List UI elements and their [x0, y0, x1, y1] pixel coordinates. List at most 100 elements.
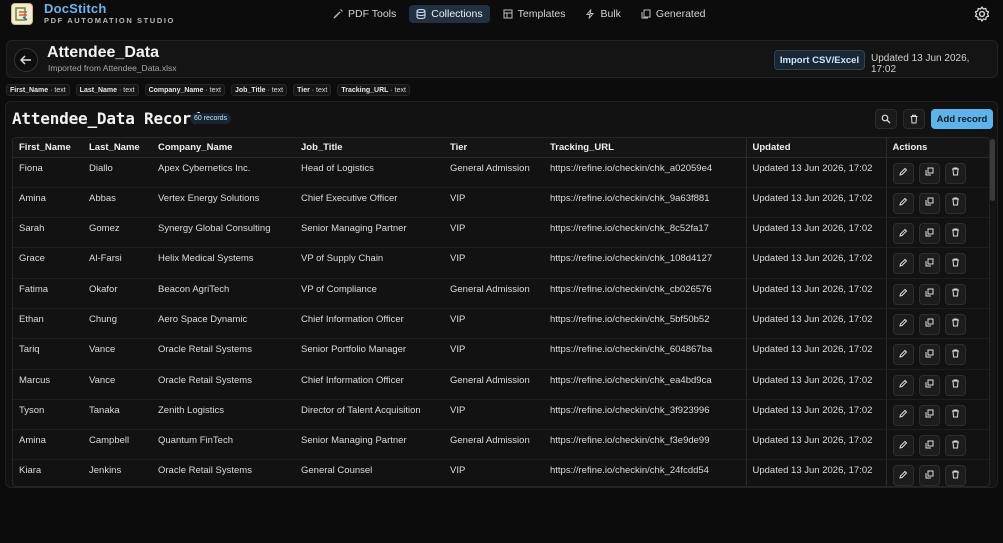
delete-button[interactable]	[944, 253, 966, 275]
table-cell: Director of Talent Acquisition	[295, 399, 444, 431]
search-button[interactable]	[875, 109, 897, 129]
edit-button[interactable]	[892, 192, 914, 214]
row-actions-group	[892, 374, 990, 396]
table-row[interactable]: Marcus Vance Oracle Retail Systems Chief In…	[13, 369, 990, 400]
back-button[interactable]	[14, 48, 38, 72]
table-cell: Vance	[83, 369, 152, 400]
duplicate-button[interactable]	[918, 435, 940, 457]
copy-icon	[925, 258, 934, 270]
edit-button[interactable]	[892, 223, 914, 245]
add-record-button[interactable]: Add record	[931, 109, 993, 129]
pencil-icon	[898, 197, 908, 209]
delete-button[interactable]	[944, 162, 966, 184]
table-cell: https://refine.io/checkin/chk_5bf50b52	[544, 308, 746, 340]
duplicate-button[interactable]	[918, 253, 940, 275]
trash-icon	[951, 197, 960, 209]
copy-icon	[925, 379, 934, 391]
table-cell: Sarah	[13, 217, 83, 249]
edit-button[interactable]	[892, 465, 914, 486]
nav-generated[interactable]: Generated	[634, 5, 713, 23]
delete-button[interactable]	[944, 283, 966, 305]
delete-button[interactable]	[944, 435, 966, 457]
column-header[interactable]: First_Name	[13, 138, 83, 158]
edit-button[interactable]	[892, 253, 914, 275]
table-cell: Senior Portfolio Manager	[295, 338, 444, 370]
row-actions-group	[892, 313, 990, 335]
table-row[interactable]: Amina Campbell Quantum FinTech Senior Manag…	[13, 429, 989, 461]
delete-button[interactable]	[944, 374, 966, 396]
page-subtitle: Imported from Attendee_Data.xlsx	[48, 63, 177, 73]
copy-icon	[925, 470, 934, 482]
table-row[interactable]: Fatima Okafor Beacon AgriTech VP of Complia…	[13, 278, 989, 309]
gear-icon[interactable]	[974, 6, 990, 22]
table-cell: Zenith Logistics	[152, 399, 295, 431]
table-row[interactable]: Ethan Chung Aero Space Dynamic Chief Inform…	[13, 308, 990, 340]
table-cell: Tyson	[13, 399, 83, 431]
nav-label: Bulk	[600, 8, 621, 20]
delete-button[interactable]	[944, 404, 966, 426]
duplicate-button[interactable]	[918, 374, 940, 396]
scrollbar-thumb[interactable]	[990, 139, 995, 201]
delete-button[interactable]	[944, 313, 966, 335]
table-row[interactable]: Tariq Vance Oracle Retail Systems Senior Po…	[13, 338, 989, 370]
nav-label: Collections	[431, 8, 483, 20]
field-type: text	[394, 87, 406, 94]
table-row[interactable]: Fiona Diallo Apex Cybernetics Inc. Head of …	[13, 157, 989, 188]
table-cell: Aero Space Dynamic	[152, 308, 295, 340]
table-cell: Updated 13 Jun 2026, 17:02	[745, 157, 886, 188]
column-header[interactable]: Tier	[444, 138, 544, 158]
duplicate-button[interactable]	[918, 465, 940, 486]
duplicate-button[interactable]	[918, 283, 940, 305]
table-cell: Helix Medical Systems	[152, 247, 295, 279]
delete-button[interactable]	[944, 344, 966, 366]
edit-button[interactable]	[892, 404, 914, 426]
table-row[interactable]: Kiara Jenkins Oracle Retail Systems General…	[13, 459, 989, 486]
duplicate-button[interactable]	[918, 223, 940, 245]
column-header[interactable]: Updated	[745, 138, 886, 158]
edit-button[interactable]	[892, 344, 914, 366]
pencil-icon	[898, 318, 908, 330]
row-actions	[885, 217, 989, 249]
delete-all-button[interactable]	[903, 109, 925, 129]
edit-button[interactable]	[892, 435, 914, 457]
delete-button[interactable]	[944, 465, 966, 486]
field-type: text	[209, 87, 221, 94]
field-name: First_Name	[10, 87, 49, 94]
collection-header: Attendee_Data Imported from Attendee_Dat…	[6, 40, 998, 78]
table-row[interactable]: Tyson Tanaka Zenith Logistics Director of T…	[13, 399, 989, 431]
nav-templates[interactable]: Templates	[496, 5, 573, 23]
table-cell: Al-Farsi	[83, 247, 152, 279]
page-title: Attendee_Data	[47, 44, 160, 61]
nav-pdf-tools[interactable]: PDF Tools	[326, 5, 403, 23]
delete-button[interactable]	[944, 192, 966, 214]
nav-bulk[interactable]: Bulk	[578, 5, 627, 23]
trash-icon	[951, 470, 960, 482]
duplicate-button[interactable]	[918, 162, 940, 184]
table-scrollbar[interactable]	[990, 137, 995, 487]
trash-icon	[951, 349, 960, 361]
field-type: text	[123, 87, 135, 94]
duplicate-button[interactable]	[918, 344, 940, 366]
app-logo[interactable]	[11, 3, 33, 25]
column-header[interactable]: Last_Name	[83, 138, 152, 158]
table-cell: Quantum FinTech	[152, 429, 295, 461]
column-header[interactable]: Tracking_URL	[544, 138, 746, 158]
edit-button[interactable]	[892, 283, 914, 305]
table-row[interactable]: Amina Abbas Vertex Energy Solutions Chief E…	[13, 187, 989, 219]
column-header[interactable]: Job_Title	[295, 138, 444, 158]
edit-button[interactable]	[892, 313, 914, 335]
edit-button[interactable]	[892, 374, 914, 396]
column-header[interactable]: Company_Name	[152, 138, 295, 158]
table-row[interactable]: Sarah Gomez Synergy Global Consulting Senio…	[13, 217, 989, 249]
row-actions	[885, 369, 990, 400]
row-actions	[885, 399, 989, 431]
copy-icon	[925, 409, 934, 421]
table-row[interactable]: Grace Al-Farsi Helix Medical Systems VP of …	[13, 247, 989, 279]
edit-button[interactable]	[892, 162, 914, 184]
delete-button[interactable]	[944, 223, 966, 245]
duplicate-button[interactable]	[918, 313, 940, 335]
duplicate-button[interactable]	[918, 192, 940, 214]
duplicate-button[interactable]	[918, 404, 940, 426]
import-csv-button[interactable]: Import CSV/Excel	[774, 50, 865, 70]
nav-collections[interactable]: Collections	[409, 5, 490, 23]
